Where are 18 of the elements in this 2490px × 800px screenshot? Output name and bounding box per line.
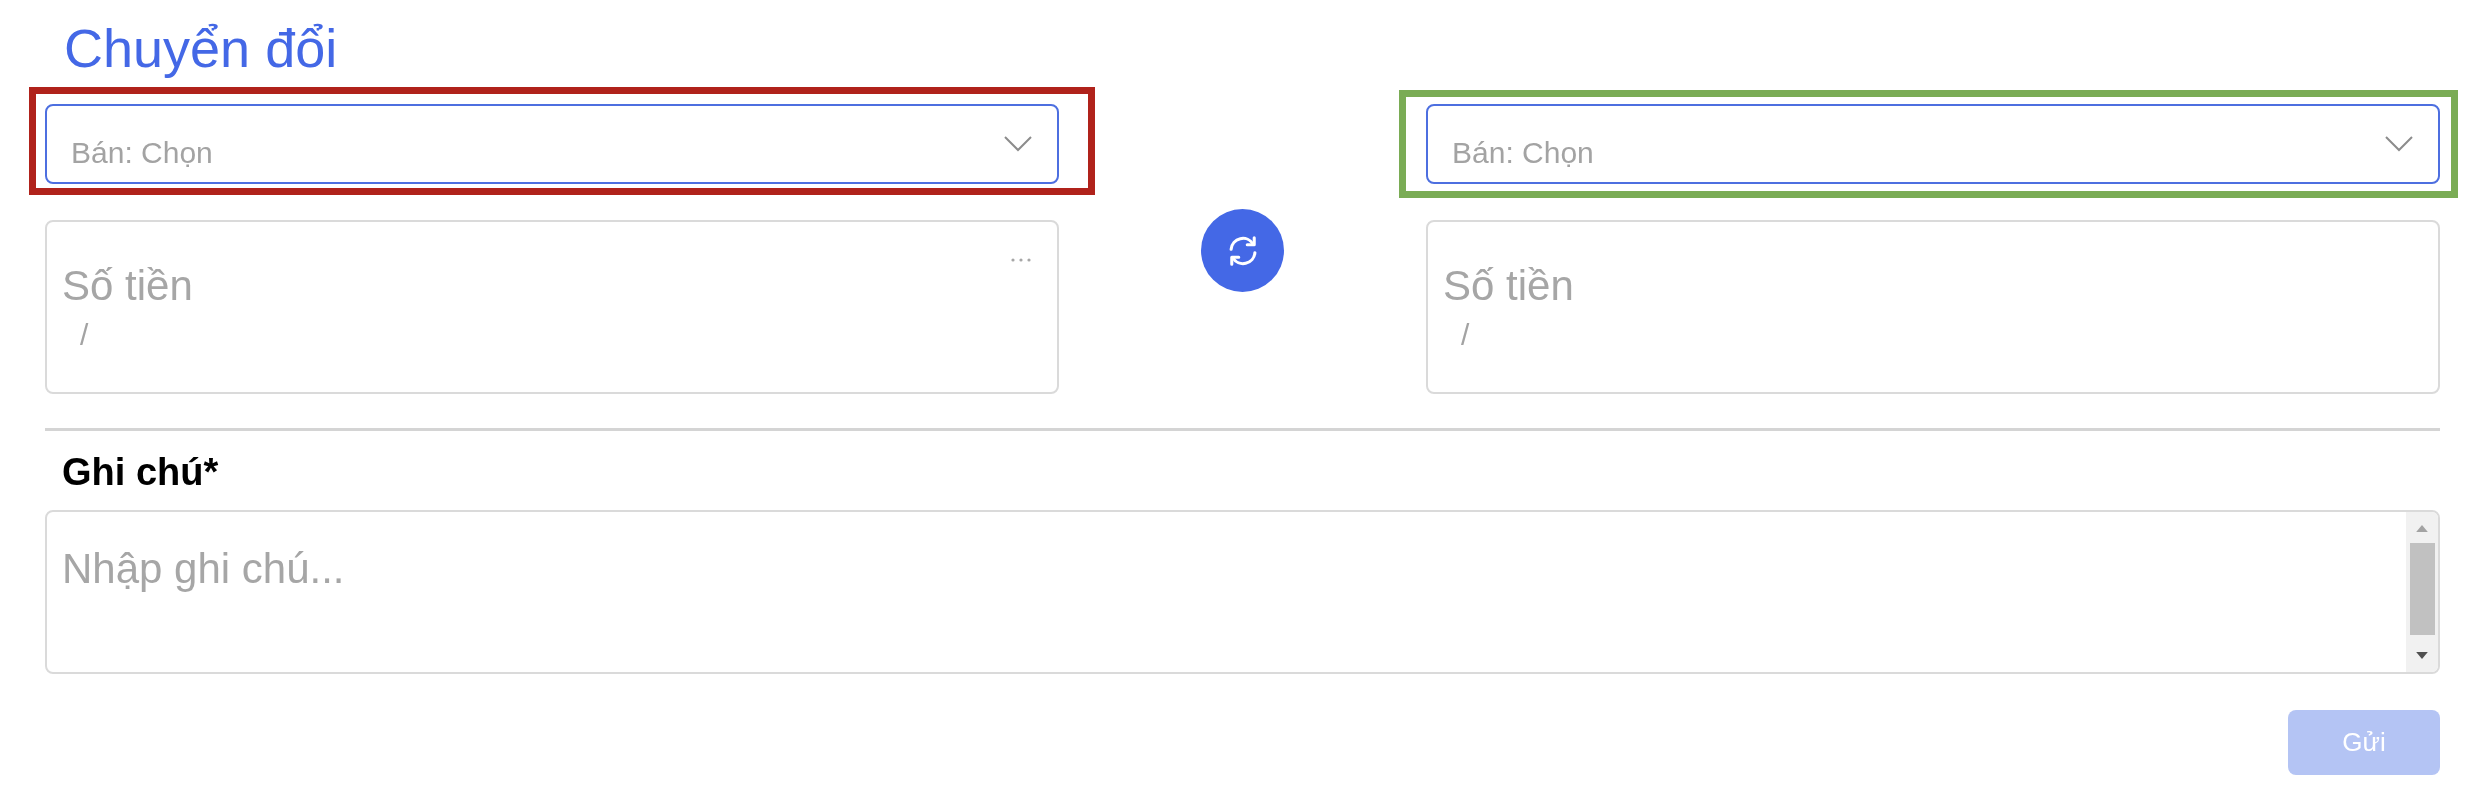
more-icon[interactable] — [1011, 258, 1031, 262]
amount-field[interactable]: Số tiền / — [1426, 220, 2440, 394]
note-label: Ghi chú* — [62, 451, 219, 493]
amount-input[interactable]: Số tiền — [62, 262, 1041, 310]
rate-text: / — [80, 320, 89, 350]
scroll-up-arrow-icon[interactable] — [2416, 525, 2428, 532]
scrollbar-track[interactable] — [2406, 512, 2438, 672]
scrollbar-thumb[interactable] — [2409, 543, 2435, 635]
page-title: Chuyển đổi — [64, 18, 338, 78]
rate-text: / — [1461, 320, 1470, 350]
chevron-down-icon — [2385, 136, 2413, 152]
note-field[interactable]: Nhập ghi chú... — [45, 510, 2440, 674]
chevron-down-icon — [1004, 136, 1032, 152]
amount-input[interactable]: Số tiền — [1443, 262, 2422, 310]
currency-select[interactable]: Bán: Chọn — [45, 104, 1059, 184]
currency-select[interactable]: Bán: Chọn — [1426, 104, 2440, 184]
scroll-down-arrow-icon[interactable] — [2416, 652, 2428, 659]
amount-field[interactable]: Số tiền / — [45, 220, 1059, 394]
